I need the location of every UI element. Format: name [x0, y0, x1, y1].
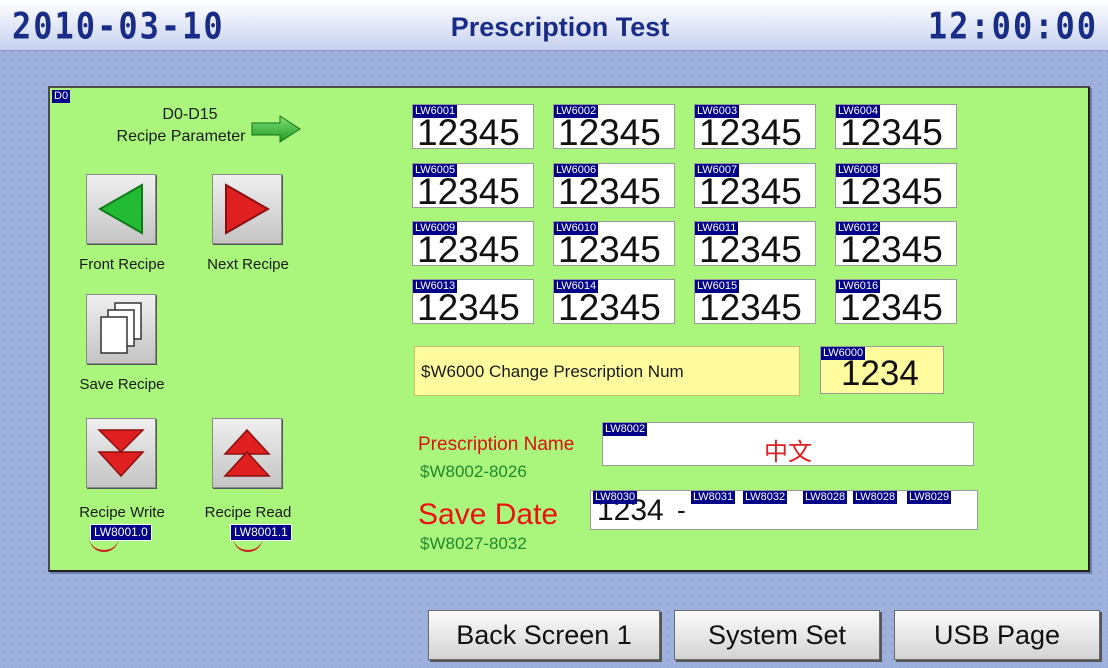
- double-arrow-up-icon: [223, 428, 271, 477]
- param-field[interactable]: LW6010 12345: [553, 221, 675, 270]
- save-date-label: Save Date: [418, 498, 559, 531]
- param-field[interactable]: LW6011 12345: [694, 221, 816, 270]
- param-value: 12345: [558, 171, 661, 212]
- save-date-field[interactable]: 1234 LW8030 - LW8031 LW8032 LW8028 LW802…: [590, 490, 978, 530]
- param-field[interactable]: LW6006 12345: [553, 163, 675, 212]
- save-date-second-tag: LW8029: [907, 491, 952, 504]
- prescription-name-label: Prescription Name: [418, 434, 575, 455]
- page-title: Prescription Test: [450, 12, 670, 42]
- param-value: 12345: [699, 229, 802, 270]
- param-value: 12345: [840, 229, 943, 270]
- save-date-range: $W8027-8032: [420, 534, 527, 553]
- param-field[interactable]: LW6012 12345: [835, 221, 957, 270]
- param-field[interactable]: LW6004 12345: [835, 104, 957, 153]
- param-field[interactable]: LW6015 12345: [694, 279, 816, 328]
- triangle-left-icon: [98, 183, 143, 235]
- param-field[interactable]: LW6016 12345: [835, 279, 957, 328]
- system-set-button[interactable]: System Set: [674, 610, 880, 660]
- param-value: 12345: [417, 229, 520, 270]
- prescription-name-field[interactable]: LW8002 中文: [602, 422, 974, 466]
- next-recipe-label: Next Recipe: [207, 256, 289, 273]
- param-field[interactable]: LW6014 12345: [553, 279, 675, 328]
- usb-page-button[interactable]: USB Page: [894, 610, 1100, 660]
- param-value: 12345: [699, 112, 802, 153]
- param-field[interactable]: LW6013 12345: [412, 279, 534, 328]
- param-field[interactable]: LW6007 12345: [694, 163, 816, 212]
- param-value: 12345: [840, 287, 943, 328]
- prescription-name-range: $W8002-8026: [420, 462, 527, 481]
- recipe-range-caption: Recipe Parameter: [116, 128, 246, 145]
- double-arrow-down-icon: [97, 429, 145, 478]
- save-recipe-button[interactable]: [86, 294, 156, 364]
- param-value: 12345: [558, 112, 661, 153]
- recipe-write-label: Recipe Write: [79, 504, 165, 521]
- back-screen-button[interactable]: Back Screen 1: [428, 610, 660, 660]
- change-num-caption-box: $W6000 Change Prescription Num: [414, 346, 800, 396]
- triangle-right-icon: [225, 183, 270, 235]
- save-date-month-tag: LW8031: [691, 491, 736, 504]
- documents-icon: [100, 302, 142, 354]
- param-field[interactable]: LW6003 12345: [694, 104, 816, 153]
- param-value: 12345: [840, 112, 943, 153]
- param-value: 12345: [558, 229, 661, 270]
- prescription-num-field[interactable]: LW6000 1234: [820, 346, 944, 394]
- param-value: 12345: [699, 171, 802, 212]
- next-recipe-button[interactable]: [212, 174, 282, 244]
- param-field[interactable]: LW6002 12345: [553, 104, 675, 153]
- param-field[interactable]: LW6001 12345: [412, 104, 534, 153]
- save-date-separator: -: [677, 495, 686, 525]
- param-field[interactable]: LW6009 12345: [412, 221, 534, 270]
- param-value: 12345: [417, 112, 520, 153]
- recipe-panel: D0 D0-D15 Recipe Parameter Front Recipe …: [48, 86, 1090, 572]
- recipe-read-button[interactable]: [212, 418, 282, 488]
- arrow-right-icon: [251, 115, 301, 143]
- save-date-hour-tag: LW8028: [803, 491, 848, 504]
- param-value: 12345: [840, 171, 943, 212]
- date-display: 2010-03-10: [12, 4, 225, 48]
- save-date-day-tag: LW8032: [743, 491, 788, 504]
- recipe-read-label: Recipe Read: [204, 504, 292, 521]
- recipe-write-button[interactable]: [86, 418, 156, 488]
- panel-tag: D0: [52, 90, 71, 103]
- save-recipe-label: Save Recipe: [79, 376, 165, 393]
- save-date-tag: LW8030: [593, 491, 638, 504]
- front-recipe-button[interactable]: [86, 174, 156, 244]
- title-bar: 2010-03-10 Prescription Test 12:00:00: [0, 0, 1108, 51]
- prescription-num-value: 1234: [841, 354, 919, 393]
- write-indicator-icon: [89, 536, 119, 552]
- time-display: 12:00:00: [927, 4, 1098, 48]
- param-field[interactable]: LW6008 12345: [835, 163, 957, 212]
- param-field[interactable]: LW6005 12345: [412, 163, 534, 212]
- param-value: 12345: [417, 287, 520, 328]
- param-value: 12345: [558, 287, 661, 328]
- save-date-minute-tag: LW8028: [853, 491, 898, 504]
- read-indicator-icon: [233, 536, 263, 552]
- prescription-name-value: 中文: [764, 438, 812, 466]
- front-recipe-label: Front Recipe: [79, 256, 165, 273]
- recipe-range: D0-D15: [162, 106, 218, 123]
- param-value: 12345: [699, 287, 802, 328]
- change-num-label: $W6000 Change Prescription Num: [421, 362, 684, 381]
- param-value: 12345: [417, 171, 520, 212]
